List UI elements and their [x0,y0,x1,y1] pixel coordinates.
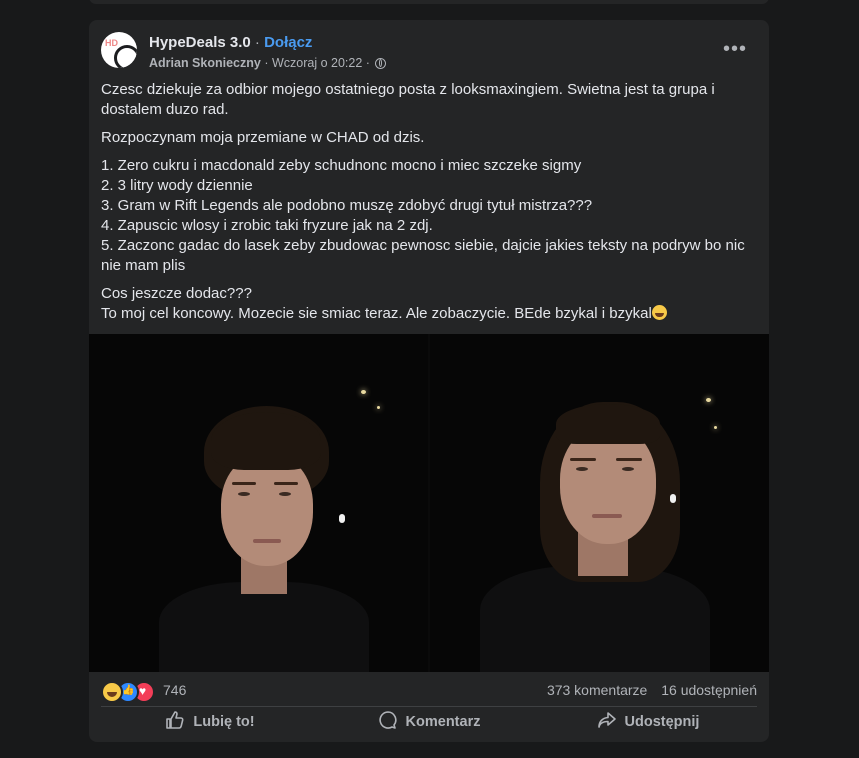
post-header: HD HypeDeals 3.0 · Dołącz Adrian Skoniec… [101,32,757,72]
mouth [253,539,281,543]
eye [576,467,588,471]
comments-count[interactable]: 373 komentarze [547,682,647,698]
list-item: 5. Zaczonc gadac do lasek zeby zbudowac … [101,237,745,274]
group-name-link[interactable]: HypeDeals 3.0 [149,34,251,51]
street-lamp [377,406,380,409]
eyebrow [570,458,596,461]
mouth [592,514,622,518]
shares-count[interactable]: 16 udostępnień [661,682,757,698]
post-paragraph: Czesc dziekuje za odbior mojego ostatnie… [101,81,715,118]
thumbs-up-icon [166,711,184,729]
photo-2[interactable] [430,334,769,672]
avatar-logo: HD [105,38,118,48]
earbud [339,514,345,523]
comment-label: Komentarz [405,714,481,730]
laughing-emoji-icon [651,305,667,320]
share-icon [597,712,616,728]
author-avatar [114,45,137,68]
photo-grid [89,334,769,672]
author-name-link[interactable]: Adrian Skonieczny [149,56,261,70]
post-stats: 746 373 komentarze 16 udostępnień [101,680,757,703]
comment-icon [378,711,397,729]
street-lamp [714,426,717,429]
post-actions: Lubię to! Komentarz Udostępnij [101,710,757,736]
eye [622,467,634,471]
face [221,454,313,566]
closing-line: To moj cel koncowy. Mozecie sie smiac te… [101,305,652,322]
earbud [670,494,676,503]
list-item: 3. Gram w Rift Legends ale podobno muszę… [101,197,593,214]
sub-separator: · [264,56,272,70]
comment-button[interactable]: Komentarz [320,710,538,736]
haha-reaction-icon [101,681,123,703]
post-card: HD HypeDeals 3.0 · Dołącz Adrian Skoniec… [89,20,769,742]
hair-fringe [211,412,321,470]
post-meta: HypeDeals 3.0 · Dołącz Adrian Skonieczny… [149,33,387,72]
closing-line: Cos jeszcze dodac??? [101,285,252,302]
like-label: Lubię to! [193,714,255,730]
share-button[interactable]: Udostępnij [539,710,757,736]
post-timestamp[interactable]: Wczoraj o 20:22 [272,56,362,70]
street-lamp [706,398,711,402]
share-label: Udostępnij [624,714,700,730]
post-text: Czesc dziekuje za odbior mojego ostatnie… [101,80,757,332]
group-avatar[interactable]: HD [101,32,137,68]
hair-fringe [556,404,660,444]
photo-1[interactable] [89,334,428,672]
actions-divider [101,706,757,707]
title-separator: · [254,34,260,51]
reaction-count[interactable]: 746 [163,682,186,698]
list-item: 2. 3 litry wody dziennie [101,177,253,194]
globe-icon [375,58,387,69]
list-item: 4. Zapuscic wlosy i zrobic taki fryzure … [101,217,433,234]
street-lamp [361,390,366,394]
eye [238,492,250,496]
eyebrow [616,458,642,461]
eyebrow [274,482,298,485]
like-button[interactable]: Lubię to! [101,710,319,736]
post-paragraph: Rozpoczynam moja przemiane w CHAD od dzi… [101,129,425,146]
more-options-icon[interactable]: ••• [719,36,751,68]
time-separator: · [365,56,370,70]
eye [279,492,291,496]
previous-post-card [89,0,769,4]
eyebrow [232,482,256,485]
join-group-link[interactable]: Dołącz [264,34,312,51]
list-item: 1. Zero cukru i macdonald zeby schudnonc… [101,157,582,174]
shirt [159,582,369,672]
closing-text: Cos jeszcze dodac??? To moj cel koncowy.… [101,284,757,324]
goals-list: 1. Zero cukru i macdonald zeby schudnonc… [101,156,757,276]
